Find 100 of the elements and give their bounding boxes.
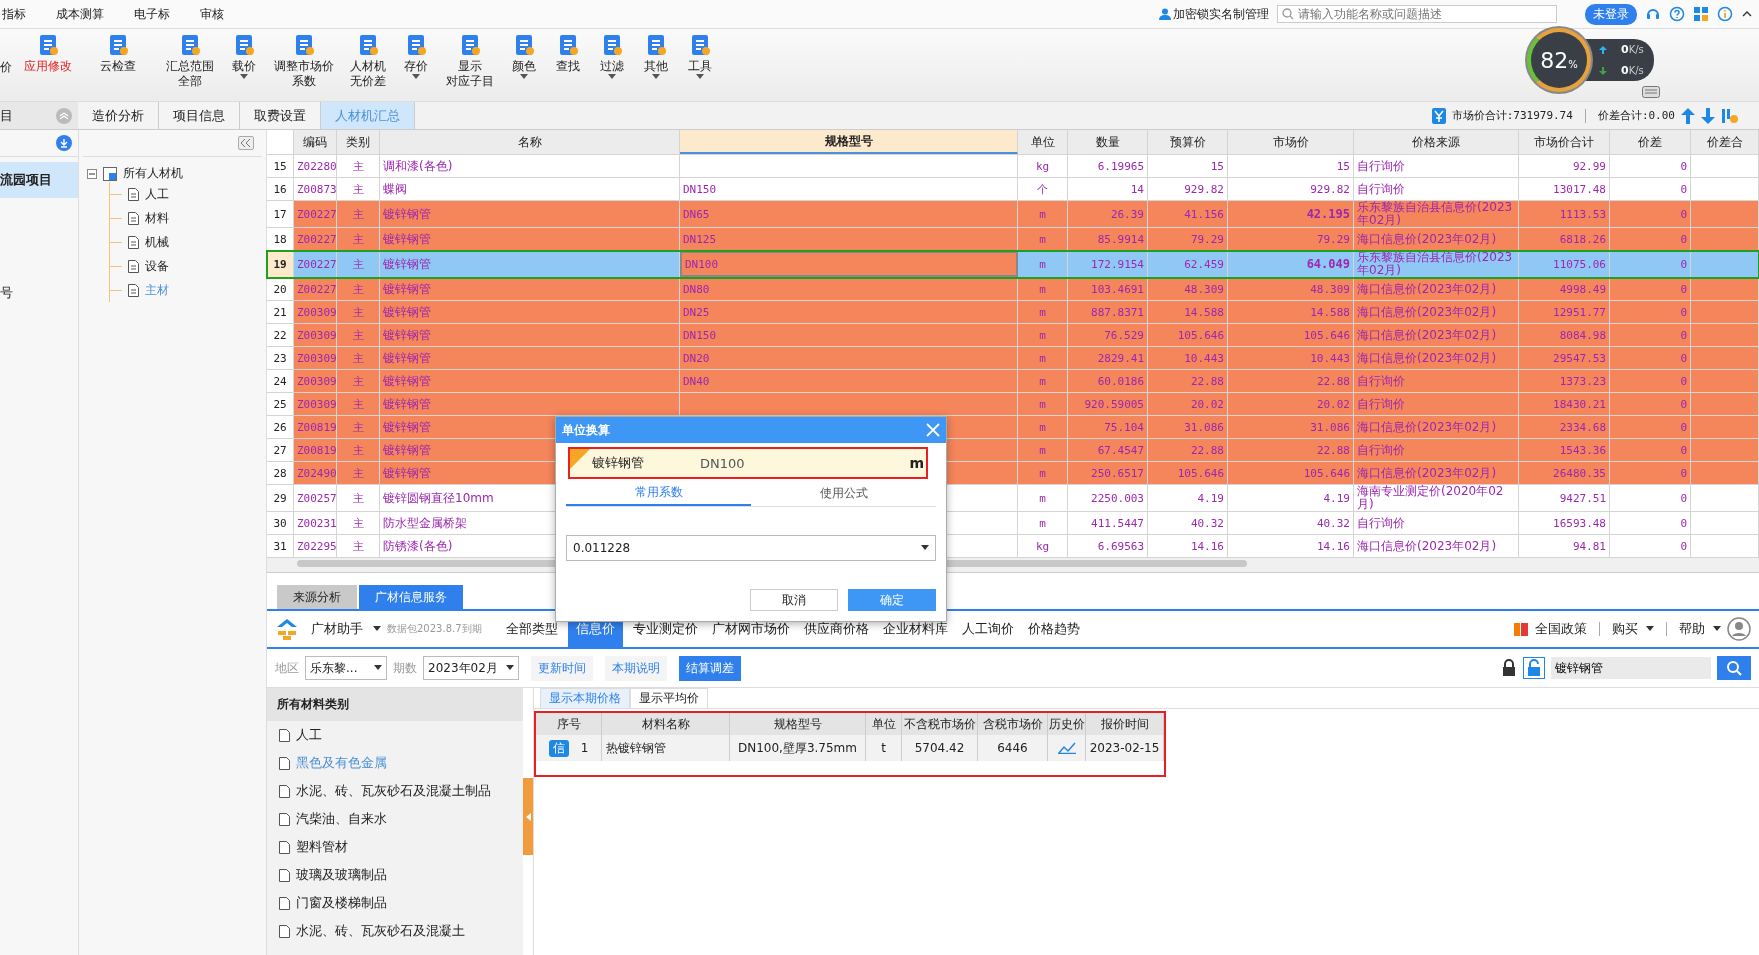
menu-item[interactable]: 指标 bbox=[2, 5, 26, 23]
category-item[interactable]: 门窗及楼梯制品 bbox=[296, 894, 387, 912]
category-item[interactable]: 水泥、砖、瓦灰砂石及混凝土 bbox=[296, 922, 465, 940]
tree-item[interactable]: 材料 bbox=[145, 210, 169, 227]
menu-item[interactable]: 审核 bbox=[200, 5, 224, 23]
toolbar-button[interactable]: 汇总范围 全部 bbox=[158, 29, 222, 89]
toolbar-button[interactable]: 应用修改 bbox=[16, 29, 80, 74]
table-cell: 海口信息价(2023年02月) bbox=[1354, 324, 1519, 346]
table-row[interactable]: 21 Z00309 主 镀锌钢管 DN25 m 887.8371 14.588 14.588 海口信息价(2023年02月) 12951.77 0 bbox=[267, 301, 1759, 324]
toolbar-button[interactable]: 颜色 bbox=[502, 29, 546, 82]
table-row[interactable]: 15 Z02280 主 调和漆(各色) kg 6.19965 15 15 自行询价 92.99 0 bbox=[267, 155, 1759, 178]
column-header[interactable]: 类别 bbox=[337, 130, 380, 154]
line-chart-icon[interactable] bbox=[1057, 742, 1076, 754]
category-item[interactable]: 塑料管材 bbox=[296, 838, 348, 856]
collapse-icon[interactable] bbox=[56, 107, 72, 124]
toolbar-button[interactable]: 其他 bbox=[634, 29, 678, 82]
column-header[interactable]: 单位 bbox=[1018, 130, 1068, 154]
table-row[interactable]: 24 Z00309 主 镀锌钢管 DN40 m 60.0186 22.88 22.88 自行询价 1373.23 0 bbox=[267, 370, 1759, 393]
keyboard-icon[interactable] bbox=[1642, 86, 1660, 98]
menu-item[interactable]: 成本测算 bbox=[56, 5, 104, 23]
toolbar-button[interactable]: 查找 bbox=[546, 29, 590, 74]
category-item[interactable]: 水泥、砖、瓦灰砂石及混凝土制品 bbox=[296, 782, 491, 800]
table-cell: 79.29 bbox=[1228, 228, 1354, 250]
lock-icon[interactable] bbox=[1501, 659, 1517, 677]
toolbar-button[interactable]: 存价 bbox=[394, 29, 438, 82]
grid-icon[interactable] bbox=[1693, 6, 1709, 22]
search-field[interactable]: 请输入功能名称或问题描述 bbox=[1277, 5, 1557, 23]
category-item[interactable]: 玻璃及玻璃制品 bbox=[296, 866, 387, 884]
tab[interactable]: 供应商价格 bbox=[799, 611, 873, 647]
tab[interactable]: 广材网市场价 bbox=[707, 611, 794, 647]
tab[interactable]: 显示平均价 bbox=[630, 688, 708, 708]
toolbar-button[interactable]: 载价 bbox=[222, 29, 266, 82]
toolbar-button[interactable]: 调整市场价 系数 bbox=[266, 29, 342, 89]
toolbar-button[interactable]: 显示 对应子目 bbox=[438, 29, 502, 89]
info-icon[interactable] bbox=[1717, 6, 1733, 22]
collapse-button[interactable] bbox=[238, 136, 254, 150]
close-button[interactable] bbox=[926, 423, 940, 437]
minus-box-icon[interactable] bbox=[87, 168, 97, 179]
column-header[interactable]: 价差 bbox=[1610, 130, 1691, 154]
column-header[interactable]: 编码 bbox=[294, 130, 337, 154]
category-item[interactable]: 汽柴油、自来水 bbox=[296, 810, 387, 828]
assistant-dropdown[interactable]: 广材助手 bbox=[311, 620, 381, 638]
tab[interactable]: 人工询价 bbox=[957, 611, 1018, 647]
column-header[interactable]: 价差合 bbox=[1691, 130, 1759, 154]
table-row[interactable]: 16 Z00873 主 蝶阀 DN150 个 14 929.82 929.82 自行询价 13017.48 0 bbox=[267, 178, 1759, 201]
column-header[interactable]: 预算价 bbox=[1148, 130, 1228, 154]
toolbar-button[interactable]: 过滤 bbox=[590, 29, 634, 82]
headset-icon[interactable] bbox=[1645, 6, 1661, 22]
tab[interactable]: 价格趋势 bbox=[1023, 611, 1084, 647]
tab[interactable]: 专业测定价 bbox=[628, 611, 702, 647]
menu-link[interactable]: 帮助 bbox=[1679, 620, 1721, 638]
action-button[interactable]: 更新时间 bbox=[531, 655, 593, 681]
tree-item[interactable]: 所有人材机 bbox=[123, 165, 183, 182]
arrow-up-icon[interactable] bbox=[1681, 107, 1695, 124]
tree-item[interactable]: 机械 bbox=[145, 234, 169, 251]
avatar-icon[interactable] bbox=[1727, 617, 1751, 641]
account-link[interactable]: 加密锁实名制管理 bbox=[1159, 5, 1269, 23]
tab[interactable]: 全部类型 bbox=[501, 611, 562, 647]
table-row[interactable]: 25 Z00309 主 镀锌钢管 m 920.59005 20.02 20.02 自行询价 18430.21 0 bbox=[267, 393, 1759, 416]
unlock-icon[interactable] bbox=[1523, 657, 1545, 679]
search-field[interactable]: 镀锌钢管 bbox=[1551, 657, 1711, 679]
category-item[interactable]: 人工 bbox=[296, 726, 322, 744]
region-select[interactable]: 乐东黎... bbox=[305, 656, 387, 680]
tree-item[interactable]: 人工 bbox=[145, 186, 169, 203]
column-header[interactable]: 数量 bbox=[1068, 130, 1148, 154]
project-item[interactable]: 号 bbox=[0, 284, 78, 302]
login-button[interactable]: 未登录 bbox=[1585, 3, 1637, 25]
download-icon[interactable] bbox=[56, 135, 72, 151]
splitter-handle[interactable] bbox=[523, 778, 533, 855]
table-cell: 105.646 bbox=[1148, 324, 1228, 346]
table-row[interactable]: 20 Z00227 主 镀锌钢管 DN80 m 103.4691 48.309 48.309 海口信息价(2023年02月) 4998.49 0 bbox=[267, 278, 1759, 301]
period-select[interactable]: 2023年02月 bbox=[423, 656, 519, 680]
help-icon[interactable] bbox=[1669, 6, 1685, 22]
settings-icon[interactable] bbox=[1721, 107, 1739, 124]
toolbar-button[interactable]: 云检查 bbox=[92, 29, 144, 74]
column-header[interactable]: 价格来源 bbox=[1354, 130, 1519, 154]
column-header[interactable]: 市场价合计 bbox=[1519, 130, 1610, 154]
coefficient-select[interactable]: 0.011228 bbox=[566, 535, 936, 561]
tab[interactable]: 常用系数 bbox=[566, 481, 751, 506]
search-button[interactable] bbox=[1717, 656, 1751, 680]
project-item[interactable]: 流园项目 bbox=[0, 162, 78, 198]
toolbar-button[interactable]: 工具 bbox=[678, 29, 722, 82]
dialog-button[interactable]: 取消 bbox=[750, 589, 838, 611]
toolbar-button[interactable]: 价 bbox=[0, 29, 16, 75]
column-header[interactable]: 市场价 bbox=[1228, 130, 1354, 154]
action-button[interactable]: 结算调差 bbox=[679, 655, 741, 681]
tab[interactable]: 来源分析 bbox=[277, 585, 357, 609]
table-row[interactable]: 23 Z00309 主 镀锌钢管 DN20 m 2829.41 10.443 10.443 海口信息价(2023年02月) 29547.53 0 bbox=[267, 347, 1759, 370]
menu-item[interactable]: 电子标 bbox=[134, 5, 170, 23]
toolbar-button[interactable]: 人材机 无价差 bbox=[342, 29, 394, 89]
menu-link[interactable]: 购买 bbox=[1612, 620, 1654, 638]
arrow-down-icon[interactable] bbox=[1701, 107, 1715, 124]
action-button[interactable]: 本期说明 bbox=[605, 655, 667, 681]
tab[interactable]: 显示本期价格 bbox=[540, 688, 630, 708]
menu-link[interactable]: 全国政策 bbox=[1535, 620, 1587, 638]
tab[interactable]: 企业材料库 bbox=[878, 611, 952, 647]
tab[interactable]: 广材信息服务 bbox=[359, 585, 463, 609]
column-header[interactable]: 规格型号 bbox=[680, 130, 1018, 154]
tree-item[interactable]: 设备 bbox=[145, 258, 169, 275]
table-row[interactable]: 22 Z00309 主 镀锌钢管 DN150 m 76.529 105.646 105.646 海口信息价(2023年02月) 8084.98 0 bbox=[267, 324, 1759, 347]
